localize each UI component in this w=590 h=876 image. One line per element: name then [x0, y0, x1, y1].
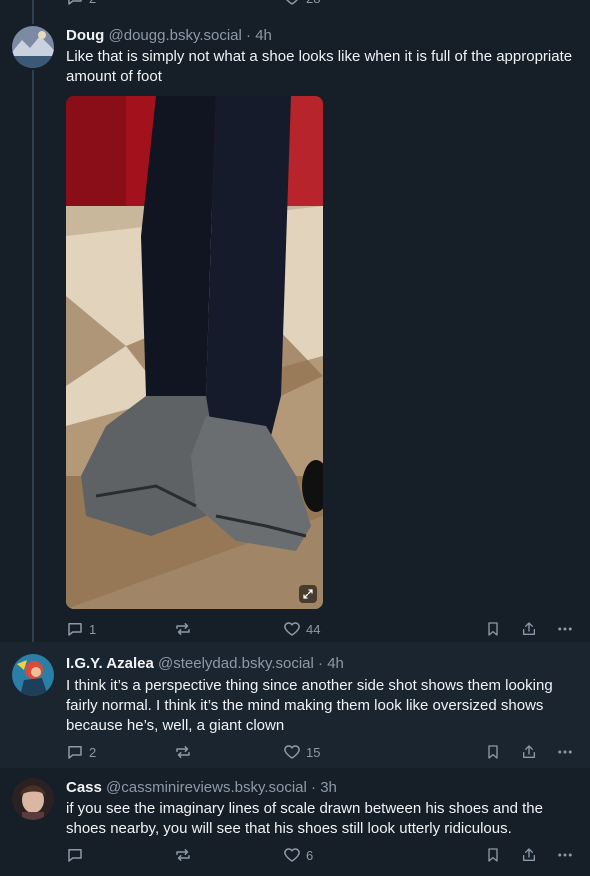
post-time[interactable]: · 4h — [246, 27, 272, 44]
avatar[interactable] — [12, 654, 54, 696]
share-icon — [523, 622, 535, 635]
like-button[interactable]: 44 — [283, 619, 320, 639]
reply-icon — [68, 623, 82, 636]
share-button[interactable] — [521, 619, 537, 639]
reply-button[interactable]: 2 — [66, 0, 96, 8]
reply-button[interactable] — [66, 845, 89, 865]
bookmark-button[interactable] — [485, 619, 501, 639]
bookmark-icon — [488, 848, 498, 862]
post-text: Like that is simply not what a shoe look… — [66, 48, 573, 85]
author-name[interactable]: I.G.Y. Azalea — [66, 655, 154, 672]
post-header: I.G.Y. Azalea @steelydad.bsky.social · 4… — [66, 654, 344, 674]
reply-button[interactable]: 2 — [66, 742, 96, 762]
author-name[interactable]: Doug — [66, 27, 104, 44]
more-options-button[interactable] — [556, 742, 574, 762]
repost-icon — [176, 849, 190, 861]
author-handle[interactable]: @cassminireviews.bsky.social — [106, 779, 307, 796]
share-button[interactable] — [521, 845, 537, 865]
post-text: I think it’s a perspective thing since a… — [66, 677, 553, 734]
post-time[interactable]: · 4h — [318, 655, 344, 672]
reply-count: 1 — [89, 621, 97, 637]
heart-icon — [284, 848, 300, 862]
like-button[interactable]: 15 — [283, 742, 320, 762]
expand-icon — [303, 589, 313, 599]
post-igy-azalea[interactable]: I.G.Y. Azalea @steelydad.bsky.social · 4… — [0, 642, 590, 768]
like-count: 15 — [306, 744, 321, 760]
author-handle[interactable]: @dougg.bsky.social — [109, 27, 242, 44]
avatar[interactable] — [12, 26, 54, 68]
reply-icon — [68, 0, 82, 5]
like-button[interactable]: 6 — [283, 845, 313, 865]
author-handle[interactable]: @steelydad.bsky.social — [158, 655, 314, 672]
more-options-button[interactable] — [556, 619, 574, 639]
post-header: Doug @dougg.bsky.social · 4h — [66, 26, 272, 46]
post-cass[interactable]: Cass @cassminireviews.bsky.social · 3h i… — [0, 768, 590, 876]
like-count: 6 — [306, 847, 314, 863]
share-button[interactable] — [521, 742, 537, 762]
repost-button[interactable] — [174, 845, 192, 865]
more-icon — [558, 750, 572, 754]
post-text: if you see the imaginary lines of scale … — [66, 800, 543, 837]
repost-button[interactable] — [174, 742, 192, 762]
repost-icon — [176, 623, 190, 635]
post-actions: 1 44 — [66, 619, 582, 639]
post-header: Cass @cassminireviews.bsky.social · 3h — [66, 778, 337, 798]
repost-button[interactable] — [174, 619, 192, 639]
post-actions: 6 — [66, 845, 582, 865]
post-doug[interactable]: Doug @dougg.bsky.social · 4h Like that i… — [0, 16, 590, 642]
post-time[interactable]: · 3h — [311, 779, 337, 796]
bookmark-icon — [488, 745, 498, 759]
reply-button[interactable]: 1 — [66, 619, 96, 639]
expand-image-button[interactable] — [299, 585, 317, 603]
author-name[interactable]: Cass — [66, 779, 102, 796]
heart-icon — [284, 745, 300, 759]
more-icon — [558, 853, 572, 857]
reply-icon — [68, 746, 82, 759]
bookmark-icon — [488, 622, 498, 636]
post-image[interactable] — [66, 96, 323, 609]
reply-count: 2 — [89, 744, 97, 760]
like-button[interactable]: 28 — [283, 0, 320, 8]
bookmark-button[interactable] — [485, 845, 501, 865]
reply-count: 2 — [89, 0, 96, 6]
like-count: 44 — [306, 621, 321, 637]
share-icon — [523, 848, 535, 861]
repost-icon — [176, 746, 190, 758]
more-options-button[interactable] — [556, 845, 574, 865]
like-count: 28 — [306, 0, 320, 6]
heart-icon — [284, 622, 300, 636]
post-actions: 2 15 — [66, 742, 582, 762]
bookmark-button[interactable] — [485, 742, 501, 762]
more-icon — [558, 627, 572, 631]
previous-post-actions: 2 28 — [0, 0, 590, 8]
avatar[interactable] — [12, 778, 54, 820]
reply-icon — [68, 849, 82, 862]
share-icon — [523, 745, 535, 758]
heart-icon — [286, 0, 298, 5]
